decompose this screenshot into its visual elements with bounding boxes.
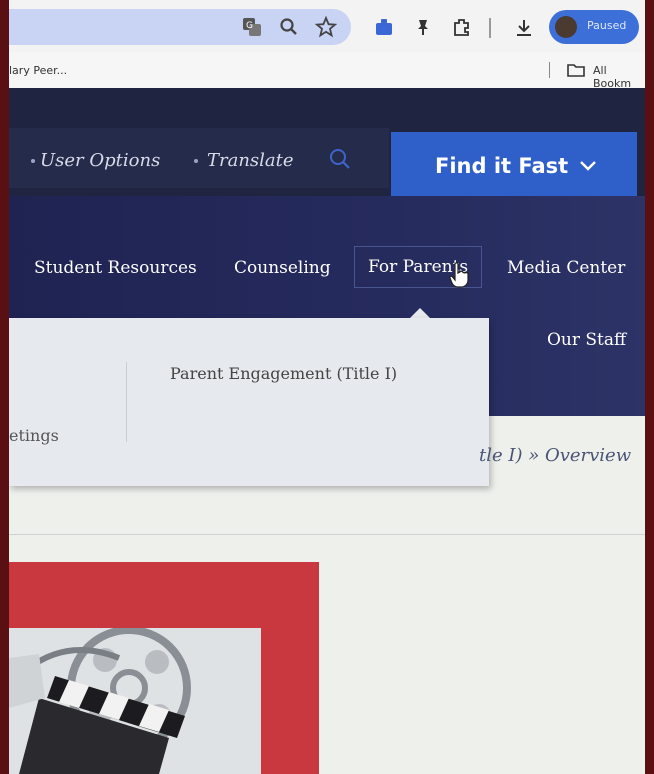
- profile-button[interactable]: Paused: [549, 10, 639, 44]
- dropdown-divider: [126, 362, 127, 442]
- chevron-down-icon: [577, 154, 599, 180]
- user-options-link[interactable]: User Options: [40, 150, 160, 171]
- toolbar-divider: [489, 18, 491, 38]
- nav-item-our-staff[interactable]: Our Staff: [547, 330, 626, 350]
- puzzle-icon[interactable]: [451, 16, 473, 38]
- nav-item-counseling[interactable]: Counseling: [234, 258, 331, 278]
- translate-link[interactable]: Translate: [207, 150, 294, 171]
- dropdown-item-parent-engagement[interactable]: Parent Engagement (Title I): [170, 364, 397, 383]
- hand-cursor-icon: [449, 262, 469, 292]
- star-icon[interactable]: [315, 16, 337, 38]
- content-divider: [9, 534, 645, 535]
- avatar: [555, 16, 577, 38]
- address-bar[interactable]: [9, 9, 351, 45]
- browser-toolbar: G Paused: [9, 0, 645, 52]
- bullet-icon: [194, 159, 198, 163]
- zoom-icon[interactable]: [279, 17, 299, 37]
- film-clapboard-image: [9, 628, 261, 774]
- nav-item-media-center[interactable]: Media Center: [507, 258, 625, 278]
- download-icon[interactable]: [513, 17, 535, 39]
- nav-item-student-resources[interactable]: Student Resources: [34, 258, 197, 278]
- screen: G Paused lary Peer... All Bookm User Opt…: [9, 0, 645, 774]
- bookmarks-bar: lary Peer... All Bookm: [9, 52, 645, 90]
- search-icon[interactable]: [327, 146, 353, 172]
- for-parents-dropdown: etings Parent Engagement (Title I): [9, 318, 489, 486]
- all-bookmarks-link[interactable]: All Bookm: [593, 64, 645, 90]
- profile-status-label: Paused: [587, 19, 627, 32]
- bullet-icon: [31, 159, 35, 163]
- breadcrumb: tle I) » Overview: [479, 445, 631, 466]
- extension-icon[interactable]: [373, 17, 395, 39]
- pin-icon[interactable]: [413, 17, 433, 37]
- folder-icon: [567, 62, 585, 78]
- find-it-fast-label: Find it Fast: [435, 154, 569, 178]
- bookmark-separator: [549, 62, 550, 78]
- find-it-fast-button[interactable]: Find it Fast: [391, 132, 637, 202]
- svg-text:G: G: [246, 21, 253, 31]
- translate-icon[interactable]: G: [241, 16, 263, 38]
- bookmark-item[interactable]: lary Peer...: [9, 64, 67, 77]
- breadcrumb-current: Overview: [544, 445, 632, 466]
- dropdown-item-meetings[interactable]: etings: [9, 426, 59, 445]
- breadcrumb-parent[interactable]: tle I) »: [479, 445, 545, 466]
